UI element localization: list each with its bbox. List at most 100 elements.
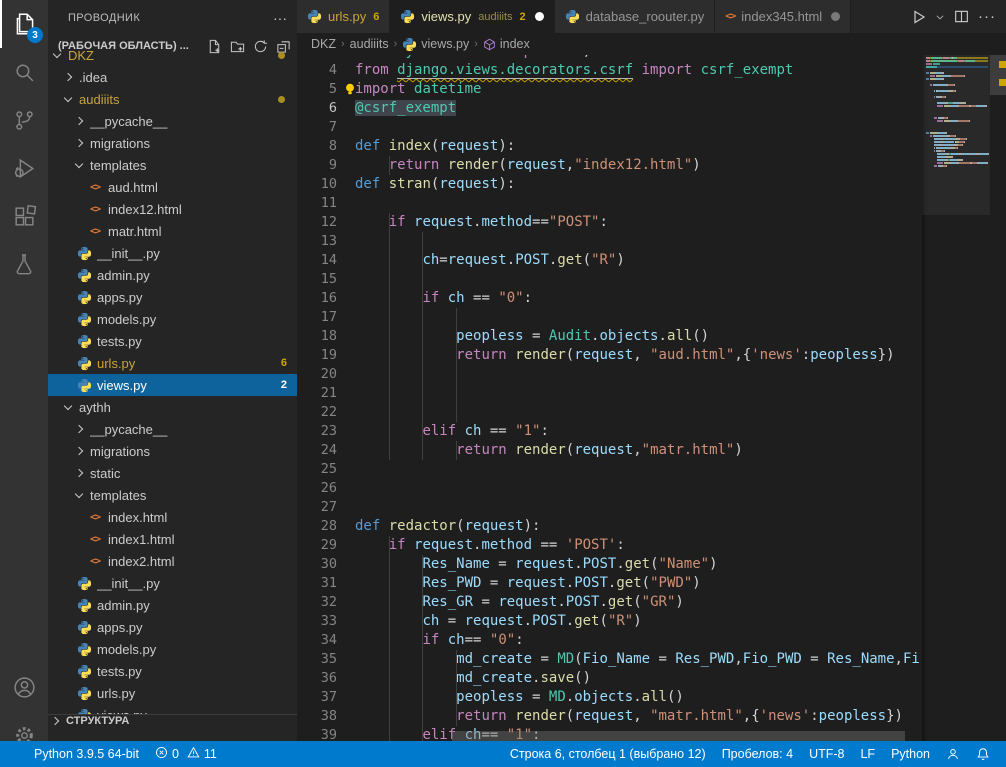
tree-item-templates[interactable]: templates [48,154,297,176]
code-line-28[interactable]: 28def redactor(request): [297,517,922,536]
indentation-status[interactable]: Пробелов: 4 [714,741,801,767]
code-line-36[interactable]: 36 md_create.save() [297,669,922,688]
code-line-14[interactable]: 14 ch=request.POST.get("R") [297,251,922,270]
tree-item-migrations[interactable]: migrations [48,440,297,462]
lightbulb-icon[interactable] [343,82,357,102]
tree-item-models.py[interactable]: models.py [48,638,297,660]
tree-item-admin.py[interactable]: admin.py [48,594,297,616]
tree-item-static[interactable]: static [48,462,297,484]
tree-item-apps.py[interactable]: apps.py [48,286,297,308]
code-line-31[interactable]: 31 Res_PWD = request.POST.get("PWD") [297,574,922,593]
tree-item-index.html[interactable]: <>index.html [48,506,297,528]
tree-item-audiiits[interactable]: audiiits [48,88,297,110]
code-line-7[interactable]: 7 [297,118,922,137]
tree-item-templates[interactable]: templates [48,484,297,506]
tree-item-views.py[interactable]: views.py2 [48,374,297,396]
horizontal-scrollbar[interactable] [297,731,922,741]
code-line-25[interactable]: 25 [297,460,922,479]
tab-database_roouter.py[interactable]: database_roouter.py [555,0,716,33]
code-line-10[interactable]: 10def stran(request): [297,175,922,194]
tree-item-DKZ[interactable]: DKZ [48,44,297,66]
vertical-scrollbar[interactable] [990,55,1006,741]
code-line-35[interactable]: 35 md_create = MD(Fio_Name = Res_PWD,Fio… [297,650,922,669]
language-mode-status[interactable]: Python [883,741,938,767]
code-line-8[interactable]: 8def index(request): [297,137,922,156]
code-line-15[interactable]: 15 [297,270,922,289]
code-line-37[interactable]: 37 peopless = MD.objects.all() [297,688,922,707]
code-line-33[interactable]: 33 ch = request.POST.get("R") [297,612,922,631]
code-line-24[interactable]: 24 return render(request,"matr.html") [297,441,922,460]
tree-item-migrations[interactable]: migrations [48,132,297,154]
code-line-21[interactable]: 21 [297,384,922,403]
code-line-30[interactable]: 30 Res_Name = request.POST.get("Name") [297,555,922,574]
code-line-9[interactable]: 9 return render(request,"index12.html") [297,156,922,175]
tree-item-tests.py[interactable]: tests.py [48,330,297,352]
cursor-position-status[interactable]: Строка 6, столбец 1 (выбрано 12) [502,741,714,767]
explorer-icon[interactable]: 3 [0,0,48,48]
minimap[interactable] [922,55,990,741]
tree-item-__pycache__[interactable]: __pycache__ [48,418,297,440]
code-line-5[interactable]: 5import datetime [297,80,922,99]
tree-item-admin.py[interactable]: admin.py [48,264,297,286]
code-line-17[interactable]: 17 [297,308,922,327]
code-line-32[interactable]: 32 Res_GR = request.POST.get("GR") [297,593,922,612]
code-editor[interactable]: 3from aythh.models import MD,Audit4from … [297,55,922,741]
extensions-icon[interactable] [0,192,48,240]
tab-index345.html[interactable]: <>index345.html [715,0,851,33]
tree-item-__pycache__[interactable]: __pycache__ [48,110,297,132]
code-line-26[interactable]: 26 [297,479,922,498]
code-line-13[interactable]: 13 [297,232,922,251]
breadcrumb-item-DKZ[interactable]: DKZ [311,37,336,51]
python-interpreter-status[interactable]: Python 3.9.5 64-bit [26,741,147,767]
code-line-4[interactable]: 4from django.views.decorators.csrf impor… [297,61,922,80]
code-line-23[interactable]: 23 elif ch == "1": [297,422,922,441]
code-line-6[interactable]: 6@csrf_exempt [297,99,922,118]
tree-item-index2.html[interactable]: <>index2.html [48,550,297,572]
tree-item-apps.py[interactable]: apps.py [48,616,297,638]
source-control-icon[interactable] [0,96,48,144]
problems-status[interactable]: 0 11 [147,741,225,767]
code-line-16[interactable]: 16 if ch == "0": [297,289,922,308]
sidebar-more-actions-icon[interactable]: ··· [273,10,287,26]
tree-item-.idea[interactable]: .idea [48,66,297,88]
tree-item-matr.html[interactable]: <>matr.html [48,220,297,242]
testing-icon[interactable] [0,240,48,288]
breadcrumb-item-index[interactable]: index [483,37,530,51]
breadcrumb-item-audiiits[interactable]: audiiits [350,37,389,51]
outline-section-header[interactable]: СТРУКТУРА [48,714,297,741]
tab-urls.py[interactable]: urls.py6 [297,0,390,33]
breadcrumb[interactable]: DKZ›audiiits›views.py›index [297,33,922,55]
breadcrumb-item-views.py[interactable]: views.py [402,37,469,52]
tree-item-urls.py[interactable]: urls.py6 [48,352,297,374]
more-actions-icon[interactable]: ··· [976,5,998,29]
tree-item-__init__.py[interactable]: __init__.py [48,242,297,264]
split-editor-icon[interactable] [950,5,972,29]
tree-item-models.py[interactable]: models.py [48,308,297,330]
code-line-19[interactable]: 19 return render(request, "aud.html",{'n… [297,346,922,365]
tree-item-aud.html[interactable]: <>aud.html [48,176,297,198]
code-line-22[interactable]: 22 [297,403,922,422]
code-line-38[interactable]: 38 return render(request, "matr.html",{'… [297,707,922,726]
tree-item-index1.html[interactable]: <>index1.html [48,528,297,550]
dirty-indicator-dot[interactable] [831,12,840,21]
dirty-indicator-dot[interactable] [535,12,544,21]
code-line-27[interactable]: 27 [297,498,922,517]
code-line-20[interactable]: 20 [297,365,922,384]
feedback-icon[interactable] [938,741,968,767]
tab-views.py[interactable]: views.pyaudiiits2 [390,0,554,33]
search-icon[interactable] [0,48,48,96]
tree-item-aythh[interactable]: aythh [48,396,297,418]
run-icon[interactable] [908,5,930,29]
tree-item-urls.py[interactable]: urls.py [48,682,297,704]
tree-item-__init__.py[interactable]: __init__.py [48,572,297,594]
code-line-11[interactable]: 11 [297,194,922,213]
account-icon[interactable] [0,663,48,711]
tree-item-tests.py[interactable]: tests.py [48,660,297,682]
code-line-34[interactable]: 34 if ch== "0": [297,631,922,650]
run-debug-icon[interactable] [0,144,48,192]
tree-item-index12.html[interactable]: <>index12.html [48,198,297,220]
run-dropdown-icon[interactable] [934,5,946,29]
notifications-bell-icon[interactable] [968,741,998,767]
code-line-29[interactable]: 29 if request.method == 'POST': [297,536,922,555]
encoding-status[interactable]: UTF-8 [801,741,852,767]
